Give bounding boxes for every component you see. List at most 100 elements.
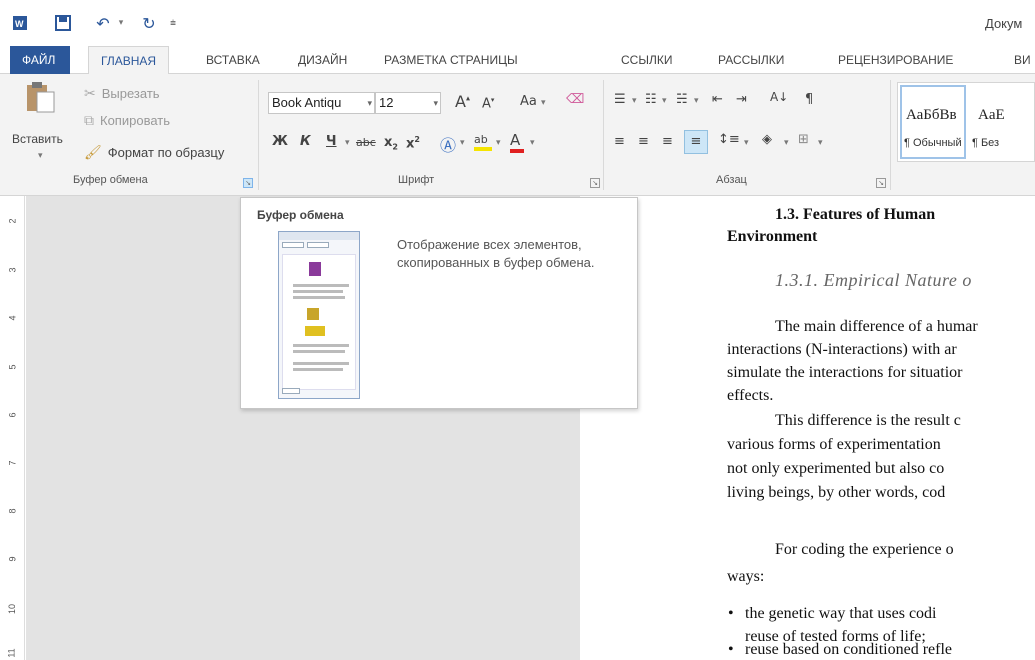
ruler-number: 7 xyxy=(7,460,18,466)
font-color-icon[interactable]: A xyxy=(510,131,524,153)
customize-qat-icon[interactable]: ⩧ xyxy=(168,12,178,34)
section-heading: 1.3. Features of Human xyxy=(775,206,936,223)
change-case-label: Aa xyxy=(520,94,537,109)
text-effects-icon[interactable]: Ⓐ xyxy=(440,132,456,156)
chevron-down-icon[interactable]: ▾ xyxy=(632,96,637,106)
increase-indent-icon[interactable]: ⇥ xyxy=(736,92,747,107)
bullet-item: reuse based on conditioned refle xyxy=(745,641,953,658)
sort-icon[interactable]: A↓ xyxy=(770,90,788,104)
numbering-icon[interactable]: ☷ xyxy=(645,92,657,107)
chevron-down-icon[interactable]: ▾ xyxy=(530,138,535,148)
superscript-icon[interactable]: x2 xyxy=(406,135,420,151)
body-line: The main difference of a humar xyxy=(775,318,978,335)
chevron-down-icon[interactable]: ▾ xyxy=(784,138,789,148)
chevron-down-icon[interactable]: ▾ xyxy=(345,138,350,148)
group-separator xyxy=(603,80,604,190)
chevron-down-icon[interactable]: ▾ xyxy=(818,138,823,148)
ruler-number: 2 xyxy=(7,218,18,224)
line-spacing-icon[interactable]: ↕≡ xyxy=(718,132,740,147)
save-icon[interactable] xyxy=(52,12,74,34)
tab-view[interactable]: ВИ xyxy=(1014,46,1031,74)
bullet-icon: • xyxy=(728,641,734,658)
chevron-down-icon[interactable]: ▾ xyxy=(694,96,699,106)
font-size-combo[interactable]: 12 ▾ xyxy=(375,92,441,114)
shrink-font-icon[interactable]: A▾ xyxy=(482,96,494,111)
style-name-normal: ¶ Обычный xyxy=(904,137,962,149)
style-sample-nospacing: AaE xyxy=(978,107,1005,123)
tab-home[interactable]: ГЛАВНАЯ xyxy=(88,46,170,75)
subscript-icon[interactable]: x2 xyxy=(384,135,398,152)
tab-mailings[interactable]: РАССЫЛКИ xyxy=(718,46,784,74)
group-separator xyxy=(258,80,259,190)
title-bar: W ↶ ▾ ↻ ⩧ Докум xyxy=(0,0,1035,46)
chevron-down-icon[interactable]: ▾ xyxy=(662,96,667,106)
grow-font-icon[interactable]: A▴ xyxy=(455,92,470,111)
styles-gallery[interactable]: АаБбВв AaE ¶ Обычный ¶ Без xyxy=(897,82,1035,162)
font-launcher-icon[interactable]: ↘ xyxy=(590,178,600,188)
decrease-indent-icon[interactable]: ⇤ xyxy=(712,92,723,107)
paragraph-launcher-icon[interactable]: ↘ xyxy=(876,178,886,188)
bullet-icon: • xyxy=(728,605,734,622)
change-case-button[interactable]: Aa ▾ xyxy=(520,94,546,109)
tab-references[interactable]: ССЫЛКИ xyxy=(621,46,672,74)
ribbon-tabs: ФАЙЛ ГЛАВНАЯ ВСТАВКА ДИЗАЙН РАЗМЕТКА СТР… xyxy=(0,46,1035,75)
bold-button[interactable]: Ж xyxy=(272,134,288,149)
borders-icon[interactable]: ⊞ xyxy=(798,132,809,147)
cut-button[interactable]: ✂ Вырезать xyxy=(84,85,160,102)
show-marks-icon[interactable]: ¶ xyxy=(805,92,813,107)
ruler-number: 10 xyxy=(7,603,18,615)
copy-label: Копировать xyxy=(100,113,170,128)
copy-icon: ⧉ xyxy=(84,112,94,128)
align-center-icon[interactable]: ≡ xyxy=(638,134,649,149)
tab-file[interactable]: ФАЙЛ xyxy=(10,46,70,74)
tooltip-title: Буфер обмена xyxy=(257,208,344,222)
align-right-icon[interactable]: ≡ xyxy=(662,134,673,149)
tab-review[interactable]: РЕЦЕНЗИРОВАНИЕ xyxy=(838,46,953,74)
clear-formatting-icon[interactable]: ⌫ xyxy=(566,92,584,107)
paragraph-group-label: Абзац xyxy=(716,174,747,186)
chevron-down-icon[interactable]: ▾ xyxy=(744,138,749,148)
align-left-icon[interactable]: ≡ xyxy=(614,134,625,149)
section-heading-cont: Environment xyxy=(727,228,818,245)
tab-design[interactable]: ДИЗАЙН xyxy=(298,46,347,74)
chevron-down-icon[interactable]: ▾ xyxy=(460,138,465,148)
tooltip-description: Отображение всех элементов, скопированны… xyxy=(397,237,595,270)
italic-button[interactable]: К xyxy=(300,134,311,149)
undo-icon[interactable]: ↶ xyxy=(92,12,114,34)
multilevel-list-icon[interactable]: ☵ xyxy=(676,92,688,107)
copy-button[interactable]: ⧉ Копировать xyxy=(84,112,170,129)
highlight-icon[interactable]: ab xyxy=(474,132,492,151)
underline-button[interactable]: Ч xyxy=(326,134,337,149)
bullets-icon[interactable]: ☰ xyxy=(614,92,626,107)
clipboard-launcher-icon[interactable]: ↘ xyxy=(243,178,253,188)
subsection-heading: 1.3.1. Empirical Nature o xyxy=(775,270,972,290)
chevron-down-icon: ▾ xyxy=(367,98,372,108)
justify-icon[interactable]: ≡ xyxy=(684,130,708,154)
group-separator xyxy=(890,80,891,190)
chevron-down-icon[interactable]: ▾ xyxy=(496,138,501,148)
shading-icon[interactable]: ◈ xyxy=(762,132,772,147)
undo-dropdown-icon[interactable]: ▾ xyxy=(116,12,126,34)
tab-insert[interactable]: ВСТАВКА xyxy=(206,46,260,74)
font-name-combo[interactable]: Book Antiqu ▾ xyxy=(268,92,375,114)
body-line: This difference is the result c xyxy=(775,412,961,429)
clipboard-group-label: Буфер обмена xyxy=(73,174,148,186)
paste-dropdown-icon[interactable]: ▾ xyxy=(38,150,43,161)
document-title: Докум xyxy=(985,16,1023,31)
paste-button-label[interactable]: Вставить xyxy=(12,132,63,146)
ribbon: Вставить ▾ ✂ Вырезать ⧉ Копировать 🖌 Фор… xyxy=(0,74,1035,196)
body-line: not only experimented but also co xyxy=(727,460,945,477)
redo-icon[interactable]: ↻ xyxy=(138,12,160,34)
strikethrough-button[interactable]: abc xyxy=(356,136,376,149)
ruler-number: 11 xyxy=(6,648,17,658)
style-sample-normal: АаБбВв xyxy=(906,107,957,123)
format-painter-button[interactable]: 🖌 Формат по образцу xyxy=(84,144,224,161)
tab-page-layout[interactable]: РАЗМЕТКА СТРАНИЦЫ xyxy=(384,46,518,74)
bullet-item: the genetic way that uses codi xyxy=(745,605,937,622)
ruler-number: 3 xyxy=(7,267,18,273)
paste-icon[interactable] xyxy=(24,80,56,114)
body-line: interactions (N-interactions) with ar xyxy=(727,341,957,358)
body-line: simulate the interactions for situatior xyxy=(727,364,963,381)
word-icon[interactable]: W xyxy=(10,12,30,34)
ruler-number: 4 xyxy=(7,315,18,321)
